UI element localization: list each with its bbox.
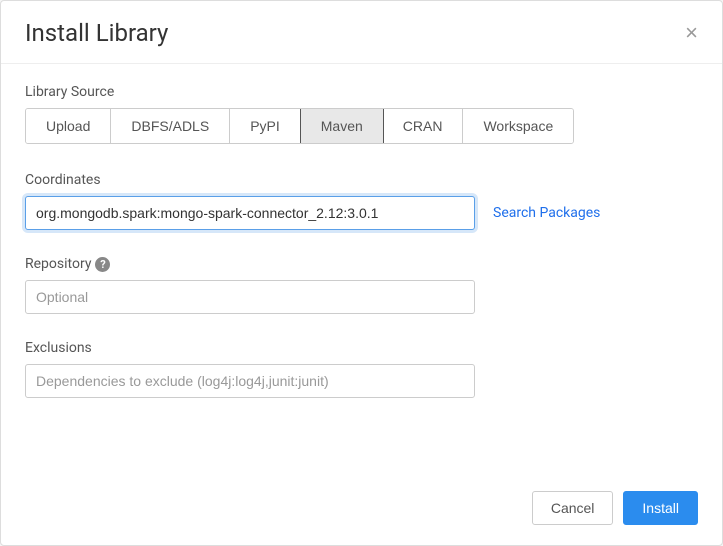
close-button[interactable]: × xyxy=(685,22,698,44)
cancel-button[interactable]: Cancel xyxy=(532,491,614,525)
library-source-label: Library Source xyxy=(25,84,698,100)
modal-footer: Cancel Install xyxy=(1,475,722,545)
tab-dbfs-adls[interactable]: DBFS/ADLS xyxy=(111,109,230,143)
help-icon[interactable]: ? xyxy=(95,257,110,272)
repository-label-text: Repository xyxy=(25,256,91,272)
tab-pypi[interactable]: PyPI xyxy=(230,109,301,143)
tab-maven[interactable]: Maven xyxy=(300,108,384,144)
library-source-section: Library Source Upload DBFS/ADLS PyPI Mav… xyxy=(25,84,698,144)
tab-cran[interactable]: CRAN xyxy=(383,109,464,143)
tab-upload[interactable]: Upload xyxy=(26,109,111,143)
modal-header: Install Library × xyxy=(1,1,722,64)
install-button[interactable]: Install xyxy=(623,491,698,525)
modal-body: Library Source Upload DBFS/ADLS PyPI Mav… xyxy=(1,64,722,475)
search-packages-link[interactable]: Search Packages xyxy=(493,205,600,221)
repository-label: Repository ? xyxy=(25,256,698,272)
coordinates-row: Search Packages xyxy=(25,196,698,230)
tab-workspace[interactable]: Workspace xyxy=(463,109,573,143)
repository-section: Repository ? xyxy=(25,256,698,314)
exclusions-label: Exclusions xyxy=(25,340,698,356)
install-library-modal: Install Library × Library Source Upload … xyxy=(0,0,723,546)
close-icon: × xyxy=(685,20,698,45)
coordinates-label: Coordinates xyxy=(25,172,698,188)
library-source-tabs: Upload DBFS/ADLS PyPI Maven CRAN Workspa… xyxy=(25,108,574,144)
repository-input[interactable] xyxy=(25,280,475,314)
coordinates-input[interactable] xyxy=(25,196,475,230)
exclusions-input[interactable] xyxy=(25,364,475,398)
exclusions-section: Exclusions xyxy=(25,340,698,398)
coordinates-section: Coordinates Search Packages xyxy=(25,172,698,230)
modal-title: Install Library xyxy=(25,19,168,47)
